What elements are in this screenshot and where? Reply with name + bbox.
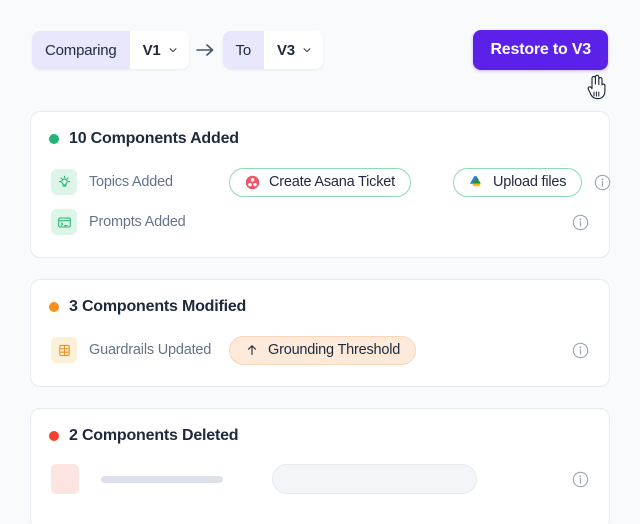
chip-label: Upload files <box>493 174 566 190</box>
restore-version-button[interactable]: Restore to V3 <box>473 30 608 70</box>
status-dot-modified <box>49 302 59 312</box>
card-title-text: 3 Components Modified <box>69 298 246 316</box>
card-header: 10 Components Added <box>31 112 609 148</box>
placeholder-block <box>51 464 79 494</box>
card-title-text: 10 Components Added <box>69 130 239 148</box>
row-label: Guardrails Updated <box>89 342 217 358</box>
to-version-compare-group: To V3 <box>223 31 323 69</box>
info-icon[interactable] <box>594 174 611 191</box>
card-header: 3 Components Modified <box>31 280 609 316</box>
row-guardrails-updated: Guardrails Updated Grounding Threshold <box>31 330 609 370</box>
chevron-down-icon <box>168 45 178 55</box>
row-label: Prompts Added <box>89 214 217 230</box>
from-version-value: V1 <box>143 42 161 59</box>
placeholder-chip-skeleton <box>272 464 477 494</box>
info-icon[interactable] <box>572 342 589 359</box>
comparison-toolbar: Comparing V1 To V3 Restore to V3 <box>0 0 640 100</box>
status-dot-deleted <box>49 431 59 441</box>
card-rows: Topics Added Create Asana Ticket Upload <box>31 148 609 242</box>
chip-create-asana-ticket[interactable]: Create Asana Ticket <box>229 168 411 197</box>
to-version-select[interactable]: V3 <box>264 31 323 69</box>
grid-table-icon <box>51 337 77 363</box>
card-title-text: 2 Components Deleted <box>69 427 238 445</box>
version-compare-group: Comparing V1 <box>32 31 189 69</box>
to-label: To <box>223 31 264 69</box>
chip-label: Grounding Threshold <box>268 342 400 358</box>
terminal-icon <box>51 209 77 235</box>
arrow-up-icon <box>245 343 259 357</box>
comparing-label: Comparing <box>32 31 130 69</box>
row-label: Topics Added <box>89 174 217 190</box>
info-icon[interactable] <box>572 214 589 231</box>
chip-upload-files[interactable]: Upload files <box>453 168 582 197</box>
chevron-down-icon <box>302 45 312 55</box>
card-rows: Guardrails Updated Grounding Threshold <box>31 316 609 370</box>
card-header: 2 Components Deleted <box>31 409 609 445</box>
status-dot-added <box>49 134 59 144</box>
card-components-added: 10 Components Added Topics Added Create <box>30 111 610 258</box>
chip-grounding-threshold[interactable]: Grounding Threshold <box>229 336 416 365</box>
card-components-modified: 3 Components Modified Guardrails Updated… <box>30 279 610 387</box>
from-version-select[interactable]: V1 <box>130 31 189 69</box>
asana-icon <box>245 175 260 190</box>
row-topics-added: Topics Added Create Asana Ticket Upload <box>31 162 609 202</box>
google-drive-icon <box>469 175 484 189</box>
arrow-right-icon <box>189 43 223 57</box>
placeholder-label-skeleton <box>101 476 223 483</box>
lightbulb-icon <box>51 169 77 195</box>
info-icon[interactable] <box>572 471 589 488</box>
card-components-deleted: 2 Components Deleted <box>30 408 610 524</box>
card-rows <box>31 445 609 499</box>
to-version-value: V3 <box>277 42 295 59</box>
row-deleted-placeholder <box>31 459 609 499</box>
row-prompts-added: Prompts Added <box>31 202 609 242</box>
chip-label: Create Asana Ticket <box>269 174 395 190</box>
